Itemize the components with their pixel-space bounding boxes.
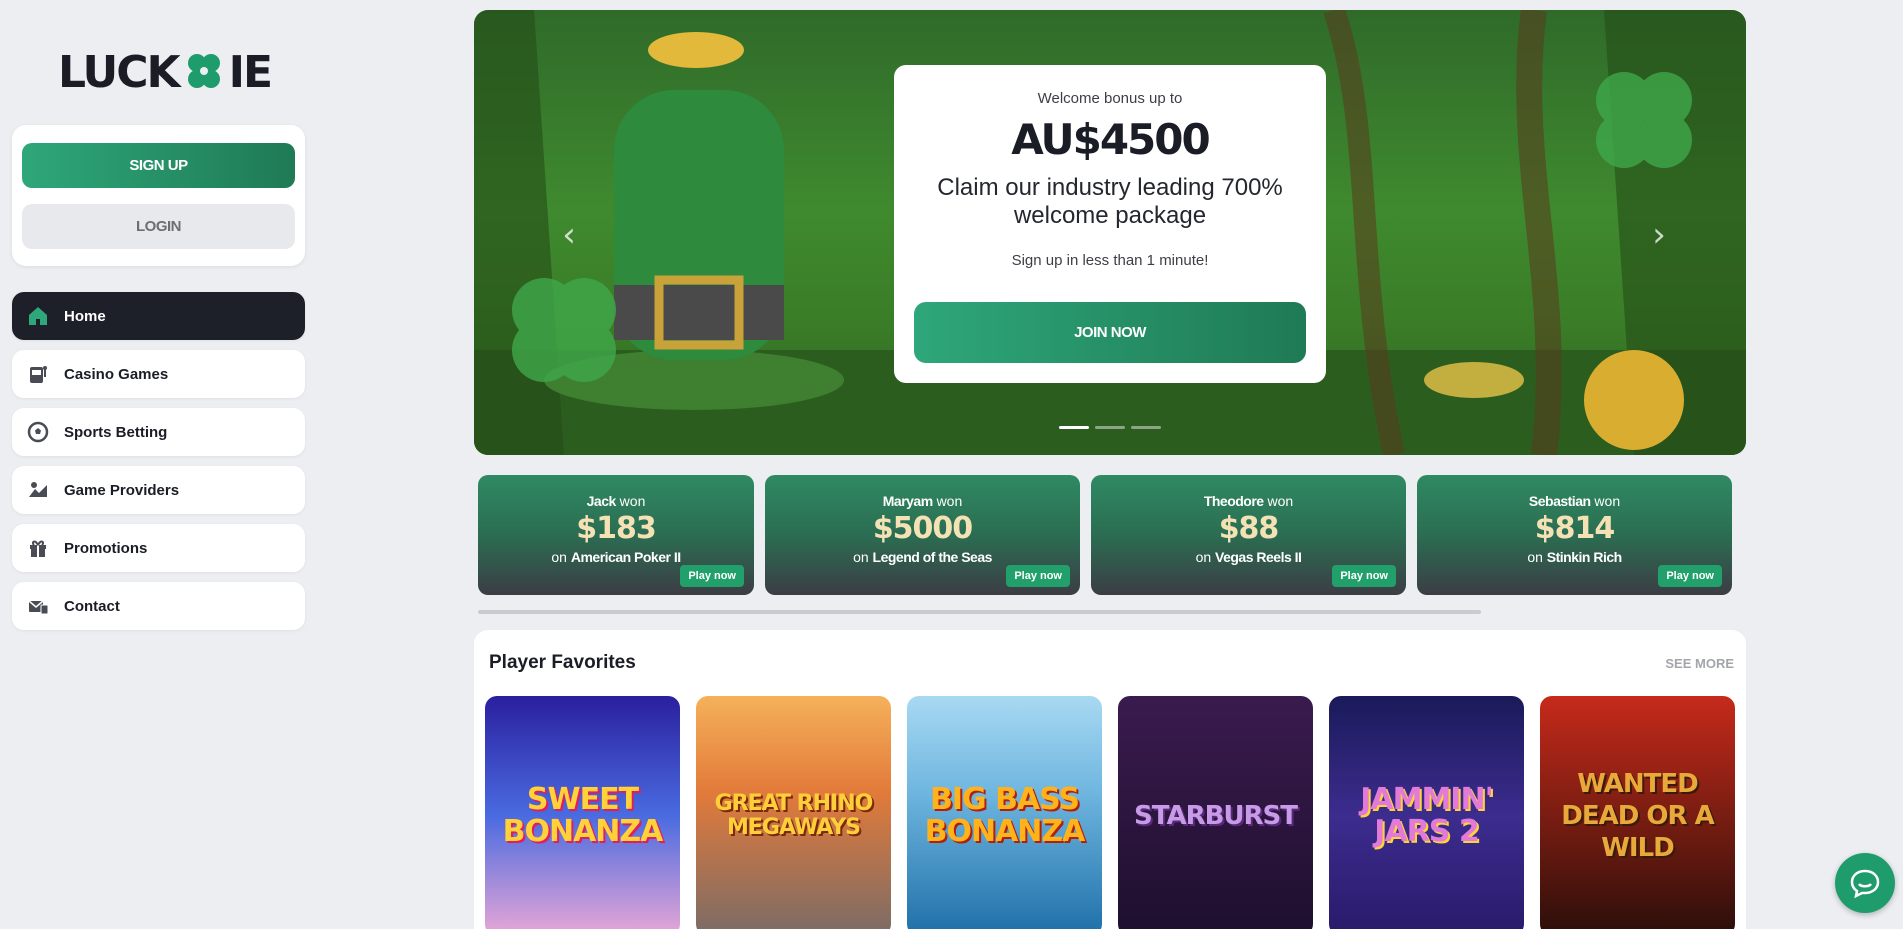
chevron-right-icon: ›: [1652, 215, 1666, 255]
auth-card: SIGN UP LOGIN: [12, 125, 305, 266]
slot-machine-icon: [26, 362, 50, 386]
nav-item-home[interactable]: Home: [12, 292, 305, 340]
logo-text-right: IE: [228, 46, 273, 98]
nav-item-promotions[interactable]: Promotions: [12, 524, 305, 572]
game-tile-wanted-dead-or-a-wild[interactable]: WANTED DEAD OR A WILD: [1540, 696, 1735, 929]
nav-label: Contact: [64, 597, 120, 615]
winner-amount: $814: [1534, 511, 1616, 546]
winner-on-text: on: [1195, 549, 1212, 565]
winner-amount: $183: [576, 511, 657, 546]
nav-item-contact[interactable]: Contact: [12, 582, 305, 630]
login-button[interactable]: LOGIN: [22, 204, 295, 249]
bonus-claim-text: Claim our industry leading 700% welcome …: [937, 174, 1283, 229]
game-title: JAMMIN' JARS 2: [1360, 782, 1494, 849]
game-tile-jammin-jars-2[interactable]: JAMMIN' JARS 2: [1329, 696, 1524, 929]
winner-card[interactable]: Sebastian won $814 on Stinkin Rich Play …: [1417, 475, 1732, 595]
winner-card[interactable]: Theodore won $88 on Vegas Reels II Play …: [1091, 475, 1406, 595]
bonus-welcome-text: Welcome bonus up to: [1037, 90, 1183, 107]
carousel-prev-button[interactable]: ‹: [554, 215, 584, 255]
nav-label: Casino Games: [64, 365, 169, 383]
nav-item-sports-betting[interactable]: Sports Betting: [12, 408, 305, 456]
game-tile-great-rhino[interactable]: GREAT RHINO MEGAWAYS: [696, 696, 891, 929]
game-tile-big-bass-bonanza[interactable]: BIG BASS BONANZA: [907, 696, 1102, 929]
bonus-amount: AU$4500: [1011, 115, 1210, 164]
game-tile-sweet-bonanza[interactable]: SWEET BONANZA: [485, 696, 680, 929]
soccer-ball-icon: [26, 420, 50, 444]
game-title: SWEET BONANZA: [502, 782, 664, 849]
chat-bubble-icon: [1850, 869, 1880, 899]
site-logo[interactable]: LUCK IE: [58, 46, 273, 98]
winner-name: Jack: [586, 493, 617, 509]
winner-name: Sebastian: [1528, 493, 1591, 509]
game-title: STARBURST: [1134, 801, 1298, 831]
recent-winners: Jack won $183 on American Poker II Play …: [478, 475, 1738, 595]
winner-game: Stinkin Rich: [1546, 549, 1622, 565]
winner-amount: $5000: [872, 511, 973, 546]
logo-text-left: LUCK: [58, 46, 181, 98]
nav-item-game-providers[interactable]: Game Providers: [12, 466, 305, 514]
game-title: BIG BASS BONANZA: [924, 782, 1086, 849]
live-chat-button[interactable]: [1835, 853, 1895, 913]
join-now-button[interactable]: JOIN NOW: [914, 302, 1306, 363]
carousel-indicators: [1059, 426, 1161, 429]
nav-item-casino-games[interactable]: Casino Games: [12, 350, 305, 398]
nav-label: Home: [64, 307, 106, 325]
carousel-dot[interactable]: [1131, 426, 1161, 429]
winner-game: Vegas Reels II: [1215, 549, 1302, 565]
play-now-button[interactable]: Play now: [680, 565, 744, 587]
play-now-button[interactable]: Play now: [1006, 565, 1070, 587]
nav-label: Promotions: [64, 539, 148, 557]
winner-won-text: won: [936, 493, 963, 509]
winner-on-text: on: [853, 549, 869, 565]
player-favorites-section: Player Favorites SEE MORE SWEET BONANZA …: [474, 630, 1746, 929]
winner-won-text: won: [1594, 493, 1621, 509]
winner-name: Maryam: [882, 493, 933, 509]
signup-button[interactable]: SIGN UP: [22, 143, 295, 188]
welcome-bonus-card: Welcome bonus up to AU$4500 Claim our in…: [894, 65, 1326, 383]
carousel-dot[interactable]: [1059, 426, 1089, 429]
nav-label: Game Providers: [64, 481, 180, 499]
bonus-subtext: Sign up in less than 1 minute!: [1011, 252, 1209, 269]
play-now-button[interactable]: Play now: [1658, 565, 1722, 587]
winner-on-text: on: [551, 549, 567, 565]
home-icon: [26, 304, 50, 328]
hero-banner: ‹ › Welcome bonus up to AU$4500 Claim ou…: [474, 10, 1746, 455]
winner-card[interactable]: Jack won $183 on American Poker II Play …: [478, 475, 754, 595]
winner-game: American Poker II: [570, 549, 681, 565]
winner-game: Legend of the Seas: [872, 549, 993, 565]
winner-card[interactable]: Maryam won $5000 on Legend of the Seas P…: [765, 475, 1080, 595]
gift-icon: [26, 536, 50, 560]
see-more-link[interactable]: SEE MORE: [1665, 656, 1734, 671]
winner-amount: $88: [1218, 511, 1280, 546]
clover-icon: [187, 54, 220, 88]
sidebar-nav: Home Casino Games Sports Betting Game Pr…: [12, 292, 305, 640]
games-row: SWEET BONANZA GREAT RHINO MEGAWAYS BIG B…: [485, 696, 1735, 929]
game-title: WANTED DEAD OR A WILD: [1561, 769, 1714, 863]
contact-icon: [26, 594, 50, 618]
carousel-dot[interactable]: [1095, 426, 1125, 429]
section-title: Player Favorites: [489, 652, 636, 673]
winner-name: Theodore: [1203, 493, 1264, 509]
winner-on-text: on: [1527, 549, 1543, 565]
chevron-left-icon: ‹: [562, 215, 576, 255]
winner-won-text: won: [1267, 493, 1294, 509]
game-title: GREAT RHINO MEGAWAYS: [714, 791, 874, 840]
carousel-next-button[interactable]: ›: [1644, 215, 1674, 255]
nav-label: Sports Betting: [64, 423, 168, 441]
providers-icon: [26, 478, 50, 502]
winners-scrollbar[interactable]: [478, 610, 1481, 614]
play-now-button[interactable]: Play now: [1332, 565, 1396, 587]
winner-won-text: won: [619, 493, 646, 509]
game-tile-starburst[interactable]: STARBURST: [1118, 696, 1313, 929]
